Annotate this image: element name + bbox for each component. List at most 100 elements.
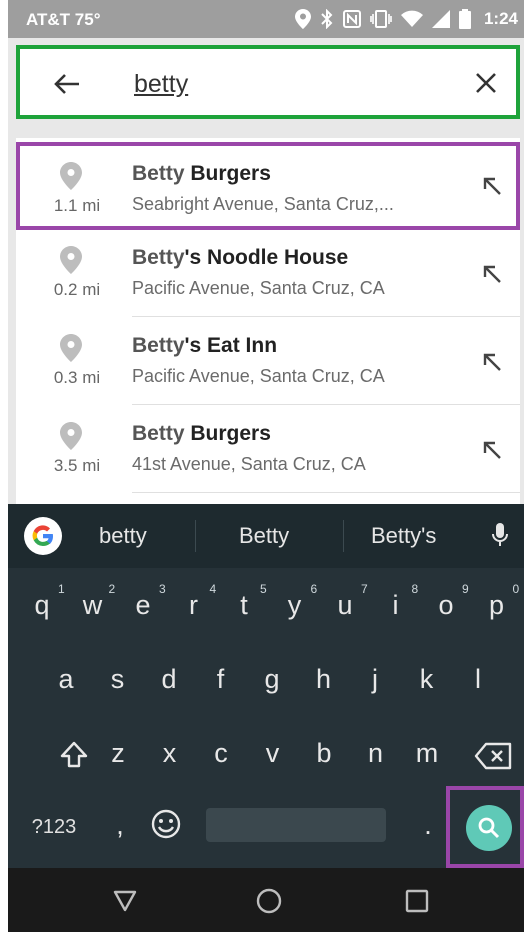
- period-key[interactable]: .: [416, 810, 440, 841]
- result-address: Pacific Avenue, Santa Cruz, CA: [132, 366, 385, 386]
- suggestion-item[interactable]: Betty: [239, 523, 289, 549]
- map-pin-icon: [60, 246, 82, 274]
- search-results-list: 1.1 mi Betty Burgers Seabright Avenue, S…: [16, 138, 520, 508]
- key-hint: 8: [411, 582, 419, 596]
- backspace-icon: [474, 742, 512, 770]
- bluetooth-icon: [321, 9, 333, 29]
- vibrate-icon: [370, 10, 392, 28]
- key[interactable]: n: [354, 738, 398, 769]
- result-distance: 1.1 mi: [53, 196, 101, 215]
- key[interactable]: k: [405, 664, 449, 695]
- arrow-left-icon: [54, 74, 79, 94]
- emoji-key[interactable]: [146, 808, 186, 844]
- key-hint: 5: [260, 582, 267, 596]
- google-logo-icon[interactable]: [24, 517, 62, 555]
- phone-screen: AT&T 75° 1:24 1.1 mi Betty Burgers Seabr…: [8, 0, 524, 932]
- back-nav-button[interactable]: [110, 886, 140, 916]
- home-nav-button[interactable]: [254, 886, 284, 916]
- key[interactable]: s: [96, 664, 140, 695]
- key[interactable]: d: [147, 664, 191, 695]
- back-button[interactable]: [50, 67, 84, 101]
- key[interactable]: j: [353, 664, 397, 695]
- square-recents-icon: [405, 889, 429, 913]
- key[interactable]: v: [251, 738, 295, 769]
- divider: [195, 520, 196, 552]
- search-icon: [478, 817, 500, 839]
- battery-icon: [458, 9, 471, 29]
- circle-home-icon: [256, 888, 282, 914]
- clock: 1:24: [483, 9, 518, 28]
- key[interactable]: l: [456, 664, 500, 695]
- symbols-key[interactable]: ?123: [22, 816, 86, 839]
- fill-query-arrow-icon[interactable]: [482, 176, 502, 196]
- key[interactable]: m: [405, 738, 449, 769]
- result-item[interactable]: 1.1 mi Betty Burgers Seabright Avenue, S…: [16, 142, 520, 230]
- result-distance: 0.3 mi: [53, 368, 101, 387]
- divider: [343, 520, 344, 552]
- key[interactable]: a: [44, 664, 88, 695]
- key-hint: 3: [159, 582, 166, 596]
- map-pin-icon: [60, 334, 82, 362]
- fill-query-arrow-icon[interactable]: [482, 352, 502, 372]
- map-pin-icon: [60, 162, 82, 190]
- key[interactable]: x: [148, 738, 192, 769]
- smiley-icon: [151, 809, 181, 839]
- clear-search-button[interactable]: [468, 65, 504, 101]
- google-g-icon: [32, 525, 53, 547]
- key[interactable]: f: [199, 664, 243, 695]
- result-distance: 3.5 mi: [53, 456, 101, 475]
- comma-key[interactable]: ,: [108, 810, 132, 841]
- key[interactable]: g: [250, 664, 294, 695]
- keyboard: betty Betty Betty's ?123 , . q 1 w 2 e 3…: [8, 504, 524, 868]
- key-hint: 0: [512, 582, 520, 596]
- suggestion-item[interactable]: betty: [99, 523, 147, 549]
- divider: [132, 316, 520, 317]
- navigation-bar: [8, 868, 524, 932]
- key-hint: 6: [310, 582, 318, 596]
- divider: [132, 492, 520, 493]
- result-address: Seabright Avenue, Santa Cruz,...: [132, 194, 394, 214]
- result-name: Betty's Eat Inn: [132, 334, 278, 357]
- space-key[interactable]: [206, 808, 386, 842]
- result-item[interactable]: 3.5 mi Betty Burgers 41st Avenue, Santa …: [16, 406, 520, 494]
- close-icon: [476, 73, 496, 93]
- result-address: Pacific Avenue, Santa Cruz, CA: [132, 278, 385, 298]
- key-hint: 1: [58, 582, 65, 596]
- map-pin-icon: [60, 422, 82, 450]
- shift-icon: [60, 741, 88, 768]
- result-name: Betty Burgers: [132, 162, 271, 185]
- status-icons: 1:24: [294, 6, 524, 32]
- key[interactable]: c: [199, 738, 243, 769]
- signal-icon: [431, 10, 450, 28]
- suggestion-bar: betty Betty Betty's: [8, 504, 524, 568]
- key-hint: 4: [209, 582, 217, 596]
- key-hint: 9: [462, 582, 469, 596]
- result-distance: 0.2 mi: [53, 280, 101, 299]
- status-bar: AT&T 75° 1:24: [8, 0, 524, 38]
- microphone-icon[interactable]: [492, 522, 508, 548]
- result-name: Betty Burgers: [132, 422, 271, 445]
- result-item[interactable]: 0.3 mi Betty's Eat Inn Pacific Avenue, S…: [16, 318, 520, 406]
- fill-query-arrow-icon[interactable]: [482, 264, 502, 284]
- search-bar: [16, 45, 520, 119]
- key-hint: 7: [361, 582, 368, 596]
- nfc-icon: [342, 10, 361, 28]
- suggestion-item[interactable]: Betty's: [371, 523, 436, 549]
- carrier-label: AT&T 75°: [26, 10, 101, 29]
- key[interactable]: z: [96, 738, 140, 769]
- result-item[interactable]: 0.2 mi Betty's Noodle House Pacific Aven…: [16, 230, 520, 318]
- key-hint: 2: [108, 582, 116, 596]
- search-input[interactable]: [134, 67, 434, 101]
- result-address: 41st Avenue, Santa Cruz, CA: [132, 454, 366, 474]
- backspace-key[interactable]: [470, 736, 516, 776]
- wifi-icon: [400, 10, 423, 27]
- search-key[interactable]: [466, 805, 512, 851]
- result-name: Betty's Noodle House: [132, 246, 349, 269]
- triangle-back-icon: [113, 890, 137, 912]
- key[interactable]: h: [302, 664, 346, 695]
- shift-key[interactable]: [52, 736, 96, 776]
- search-key-highlight: [446, 786, 524, 868]
- fill-query-arrow-icon[interactable]: [482, 440, 502, 460]
- recents-nav-button[interactable]: [402, 886, 432, 916]
- key[interactable]: b: [302, 738, 346, 769]
